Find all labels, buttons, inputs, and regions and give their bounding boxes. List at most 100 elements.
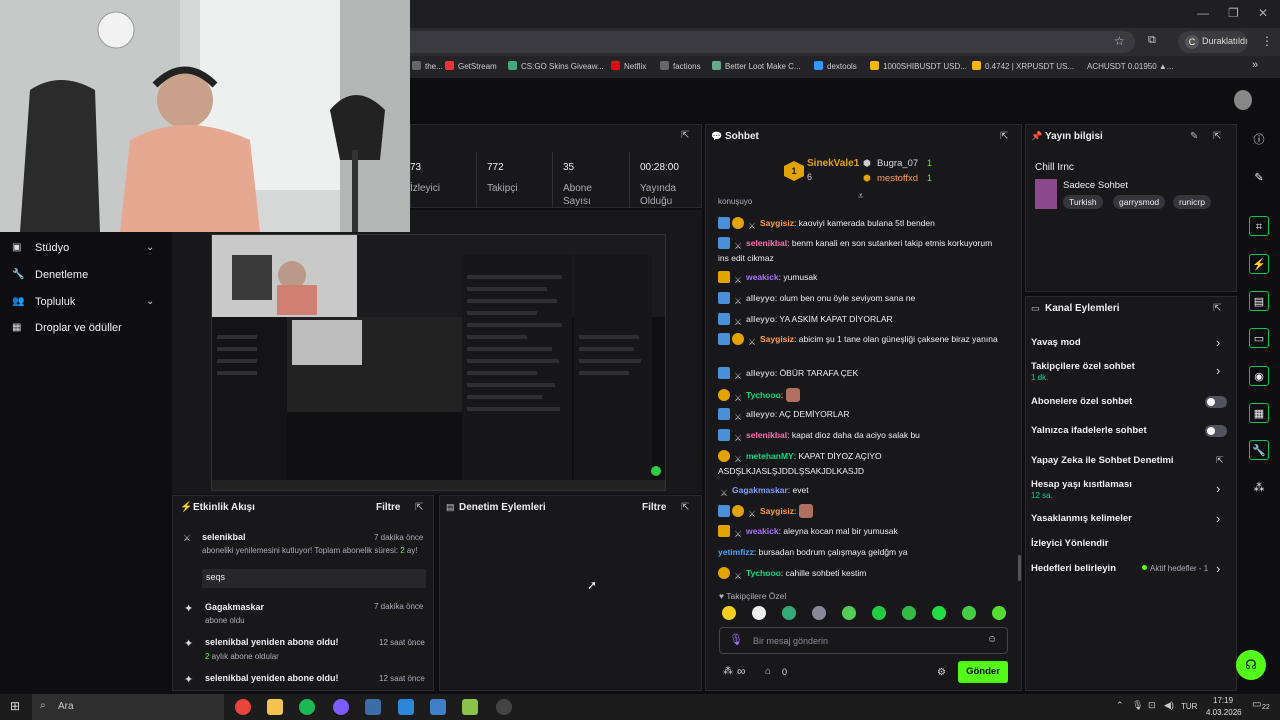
- storage-icon[interactable]: ▦: [1249, 403, 1269, 423]
- user-avatar[interactable]: [1234, 90, 1252, 110]
- chat-username[interactable]: Saygisiz: [760, 218, 794, 228]
- bookmark-item[interactable]: 0.4742 | XRPUSDT US...: [972, 61, 1074, 71]
- taskbar-search[interactable]: Ara: [32, 694, 224, 720]
- bookmark-star-icon[interactable]: ☆: [1114, 34, 1125, 48]
- activity-user[interactable]: selenikbal: [202, 532, 246, 542]
- emote-quick-pick[interactable]: [842, 606, 856, 620]
- stream-tag[interactable]: runicrp: [1173, 195, 1211, 209]
- channel-action-item[interactable]: Yavaş mod: [1031, 337, 1226, 348]
- clock-time[interactable]: 17:19: [1213, 696, 1233, 705]
- chevron-right-icon[interactable]: ›: [1216, 511, 1220, 526]
- chat-username[interactable]: alleyyo: [746, 314, 775, 324]
- support-headset-icon[interactable]: ☊: [1236, 650, 1266, 680]
- sidebar-item-denetleme[interactable]: 🔧 Denetleme: [0, 269, 170, 285]
- bolt-icon[interactable]: ⚡: [1249, 254, 1269, 274]
- bookmark-item[interactable]: 1000SHIBUSDT USD...: [870, 61, 967, 71]
- browser-menu-icon[interactable]: ⋮: [1261, 34, 1273, 48]
- category-thumbnail[interactable]: [1035, 179, 1057, 209]
- sidebar-item-topluluk[interactable]: 👥 Topluluk ⌄: [0, 296, 170, 312]
- channel-action-item[interactable]: Hesap yaşı kısıtlaması 12 sa.: [1031, 479, 1226, 501]
- chat-icon[interactable]: ▭: [1249, 328, 1269, 348]
- toggle-switch[interactable]: [1205, 425, 1227, 437]
- more-bookmarks-icon[interactable]: »: [1252, 59, 1258, 71]
- bookmark-item[interactable]: Netflix: [611, 61, 646, 71]
- stream-tag[interactable]: garrysmod: [1113, 195, 1166, 209]
- broadcast-icon[interactable]: ◉: [1249, 366, 1269, 386]
- send-button[interactable]: Gönder: [958, 661, 1008, 683]
- emote-quick-pick[interactable]: [812, 606, 826, 620]
- discord-icon[interactable]: [333, 699, 349, 715]
- chat-username[interactable]: yetimfizz: [718, 547, 754, 557]
- emote-quick-pick[interactable]: [722, 606, 736, 620]
- community-icon[interactable]: ⁂: [1249, 478, 1269, 498]
- stream-category-name[interactable]: Sadece Sohbet: [1063, 180, 1128, 191]
- bookmark-item[interactable]: ACHUSDT 0.01950 ▲...: [1074, 61, 1173, 71]
- moderation-filter-button[interactable]: Filtre: [642, 502, 666, 513]
- sidebar-item-droplar-ve-ödüller[interactable]: ▦ Droplar ve ödüller: [0, 322, 170, 338]
- language-indicator[interactable]: TUR: [1181, 702, 1197, 711]
- chat-username[interactable]: alleyyo: [746, 293, 775, 303]
- emote-quick-pick[interactable]: [782, 606, 796, 620]
- close-button[interactable]: ✕: [1258, 6, 1268, 20]
- emote-quick-pick[interactable]: [872, 606, 886, 620]
- bookmark-item[interactable]: dextools: [814, 61, 857, 71]
- edit-icon[interactable]: ✎: [1190, 131, 1198, 142]
- chat-username[interactable]: selenikbal: [746, 238, 787, 248]
- chat-username[interactable]: weakick: [746, 272, 779, 282]
- popout-icon[interactable]: ⇱: [1213, 303, 1221, 314]
- external-link-icon[interactable]: ⇱: [1216, 455, 1224, 466]
- popout-icon[interactable]: ⇱: [1000, 131, 1008, 142]
- chat-settings-icon[interactable]: ⚙: [937, 667, 946, 678]
- clip-icon[interactable]: ⌗: [1249, 216, 1269, 236]
- chat-username[interactable]: Saygisiz: [760, 506, 794, 516]
- chat-username[interactable]: alleyyo: [746, 368, 775, 378]
- chat-username[interactable]: Tychooo: [746, 390, 781, 400]
- start-windows-icon[interactable]: ⊞: [10, 699, 20, 713]
- activity-title[interactable]: selenikbal yeniden abone oldu!: [205, 673, 339, 683]
- mic-tray-icon[interactable]: 🎙: [1132, 700, 1143, 711]
- chat-username[interactable]: Gagakmaskar: [732, 485, 788, 495]
- channel-action-item[interactable]: İzleyici Yönlendir: [1031, 538, 1226, 549]
- obs-icon[interactable]: [496, 699, 512, 715]
- chat-username[interactable]: Tychooo: [746, 568, 781, 578]
- minimize-button[interactable]: —: [1197, 6, 1209, 20]
- chat-username[interactable]: alleyyo: [746, 409, 775, 419]
- popout-icon[interactable]: ⇱: [415, 502, 423, 513]
- file-explorer-icon[interactable]: [267, 699, 283, 715]
- app-icon[interactable]: [462, 699, 478, 715]
- bookmark-item[interactable]: Better Loot Make C...: [712, 61, 801, 71]
- store-icon[interactable]: ⌂: [765, 666, 771, 677]
- volume-icon[interactable]: ◀): [1164, 700, 1174, 711]
- stream-tag[interactable]: Turkish: [1063, 195, 1103, 209]
- chat-username[interactable]: weakick: [746, 526, 779, 536]
- bookmark-item[interactable]: GetStream: [445, 61, 497, 71]
- top-gifter-name[interactable]: SinekVale1: [807, 158, 859, 169]
- collapse-icon[interactable]: ⩡: [858, 191, 864, 202]
- popout-icon[interactable]: ⇱: [1213, 131, 1221, 142]
- app-icon[interactable]: [430, 699, 446, 715]
- extensions-icon[interactable]: ⧉: [1148, 34, 1156, 47]
- chevron-down-icon[interactable]: ⌄: [146, 296, 154, 307]
- sidebar-item-stüdyo[interactable]: ▣ Stüdyo ⌄: [0, 242, 170, 258]
- chevron-right-icon[interactable]: ›: [1216, 481, 1220, 496]
- activity-filter-button[interactable]: Filtre: [376, 502, 400, 513]
- tray-chevron-icon[interactable]: ⌃: [1116, 700, 1124, 711]
- emote-quick-pick[interactable]: [992, 606, 1006, 620]
- activity-title[interactable]: selenikbal yeniden abone oldu!: [205, 637, 339, 647]
- mic-icon[interactable]: 🎙: [729, 633, 743, 646]
- info-icon[interactable]: ⓘ: [1249, 130, 1269, 150]
- channel-action-item[interactable]: Takipçilere özel sohbet 1 dk.: [1031, 361, 1226, 383]
- notification-icon[interactable]: ▭: [1252, 699, 1261, 710]
- chat-username[interactable]: selenikbal: [746, 430, 787, 440]
- channel-action-item[interactable]: Yasaklanmış kelimeler: [1031, 513, 1226, 524]
- emote-quick-pick[interactable]: [752, 606, 766, 620]
- clock-date[interactable]: 4.03.2026: [1206, 708, 1242, 717]
- document-icon[interactable]: ▤: [1249, 291, 1269, 311]
- chrome-icon[interactable]: [235, 699, 251, 715]
- channel-action-item[interactable]: Yapay Zeka ile Sohbet Denetimi: [1031, 455, 1226, 466]
- steam-icon[interactable]: [365, 699, 381, 715]
- chevron-right-icon[interactable]: ›: [1216, 561, 1220, 576]
- channel-action-item[interactable]: Abonelere özel sohbet: [1031, 396, 1226, 407]
- vscode-icon[interactable]: [398, 699, 414, 715]
- gifter-3-name[interactable]: mestoffxd: [877, 173, 918, 184]
